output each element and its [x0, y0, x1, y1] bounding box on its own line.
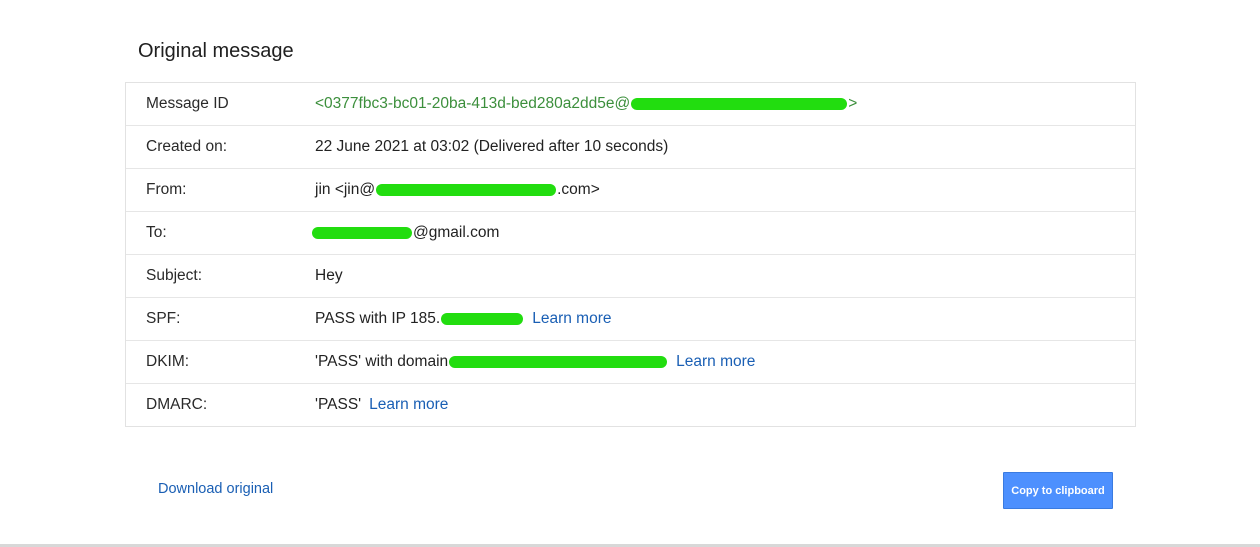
- original-message-page: Original message Message ID <0377fbc3-bc…: [0, 0, 1260, 547]
- row-message-id: Message ID <0377fbc3-bc01-20ba-413d-bed2…: [126, 83, 1135, 126]
- from-suffix: .com>: [557, 181, 600, 198]
- copy-to-clipboard-button[interactable]: Copy to clipboard: [1003, 472, 1113, 509]
- page-title: Original message: [138, 40, 294, 62]
- dkim-value: 'PASS' with domain Learn more: [314, 353, 1135, 371]
- to-value: @gmail.com: [312, 224, 1135, 242]
- to-suffix: @gmail.com: [413, 224, 500, 241]
- message-id-suffix: >: [848, 95, 858, 112]
- dmarc-value: 'PASS' Learn more: [314, 396, 1135, 414]
- message-id-prefix: <0377fbc3-bc01-20ba-413d-bed280a2dd5e@: [315, 95, 631, 112]
- subject-label: Subject:: [146, 267, 203, 284]
- created-on-value: 22 June 2021 at 03:02 (Delivered after 1…: [315, 138, 669, 155]
- row-spf: SPF: PASS with IP 185. Learn more: [126, 298, 1135, 341]
- spf-label: SPF:: [146, 310, 181, 327]
- dmarc-result: 'PASS': [315, 396, 362, 413]
- redaction-mark: [631, 98, 848, 110]
- redaction-mark: [376, 184, 557, 196]
- row-to: To: @gmail.com: [126, 212, 1135, 255]
- dkim-label: DKIM:: [146, 353, 190, 370]
- dkim-result: 'PASS' with domain: [315, 353, 449, 370]
- row-dkim: DKIM: 'PASS' with domain Learn more: [126, 341, 1135, 384]
- message-details-table: Message ID <0377fbc3-bc01-20ba-413d-bed2…: [125, 82, 1136, 427]
- redaction-mark: [449, 356, 668, 368]
- row-from: From: jin <jin@ .com>: [126, 169, 1135, 212]
- spf-value: PASS with IP 185. Learn more: [314, 310, 1135, 328]
- spf-result: PASS with IP 185.: [315, 310, 441, 327]
- from-prefix: jin <jin@: [315, 181, 376, 198]
- dmarc-label: DMARC:: [146, 396, 208, 413]
- from-label: From:: [146, 181, 187, 198]
- row-subject: Subject: Hey: [126, 255, 1135, 298]
- download-original-link[interactable]: Download original: [158, 481, 273, 497]
- to-label: To:: [146, 224, 167, 241]
- row-dmarc: DMARC: 'PASS' Learn more: [126, 384, 1135, 426]
- message-id-value: <0377fbc3-bc01-20ba-413d-bed280a2dd5e@ >: [314, 95, 1135, 113]
- row-created-on: Created on: 22 June 2021 at 03:02 (Deliv…: [126, 126, 1135, 169]
- dkim-learn-more-link[interactable]: Learn more: [676, 353, 755, 371]
- redaction-mark: [312, 227, 412, 239]
- message-id-label: Message ID: [146, 95, 229, 112]
- dmarc-learn-more-link[interactable]: Learn more: [369, 396, 448, 414]
- spf-learn-more-link[interactable]: Learn more: [532, 310, 611, 328]
- from-value: jin <jin@ .com>: [314, 181, 1135, 199]
- subject-value: Hey: [315, 267, 343, 284]
- created-on-label: Created on:: [146, 138, 227, 155]
- redaction-mark: [441, 313, 524, 325]
